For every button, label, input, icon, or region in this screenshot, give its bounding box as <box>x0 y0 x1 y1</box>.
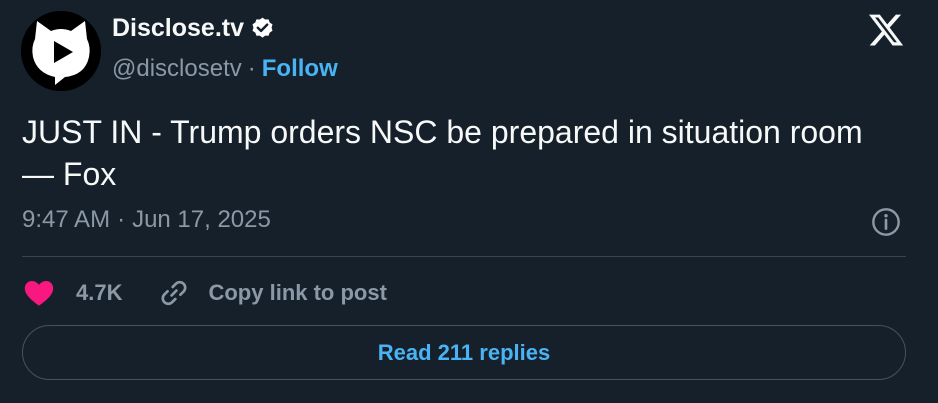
divider <box>22 256 906 257</box>
x-logo-icon[interactable] <box>866 11 906 49</box>
like-count: 4.7K <box>76 280 123 305</box>
actions-row: 4.7K Copy link to post <box>22 276 387 310</box>
read-replies-button[interactable]: Read 211 replies <box>22 325 906 380</box>
timestamp-separator: · <box>117 206 126 233</box>
verified-badge-icon <box>250 16 275 41</box>
author-name[interactable]: Disclose.tv <box>112 14 244 43</box>
handle-separator: · <box>247 55 256 82</box>
copy-link-label: Copy link to post <box>208 280 387 305</box>
copy-link-button[interactable]: Copy link to post <box>158 277 387 309</box>
tweet-timestamp[interactable]: 9:47 AM · Jun 17, 2025 <box>22 206 271 234</box>
heart-icon <box>22 276 56 310</box>
tweet-date: Jun 17, 2025 <box>132 206 271 233</box>
tweet-time: 9:47 AM <box>22 206 111 233</box>
disclose-tv-logo-icon <box>21 11 101 91</box>
tweet-card: Disclose.tv @disclosetv · Follow JUST IN… <box>0 0 938 403</box>
follow-button[interactable]: Follow <box>262 55 338 83</box>
info-icon[interactable] <box>870 206 902 238</box>
author-handle-row: @disclosetv · Follow <box>112 55 338 83</box>
avatar[interactable] <box>21 11 101 91</box>
like-button[interactable]: 4.7K <box>22 276 122 310</box>
author-name-row: Disclose.tv <box>112 14 275 43</box>
tweet-text: JUST IN - Trump orders NSC be prepared i… <box>22 114 863 192</box>
link-icon <box>158 277 190 309</box>
author-handle[interactable]: @disclosetv <box>112 55 242 83</box>
